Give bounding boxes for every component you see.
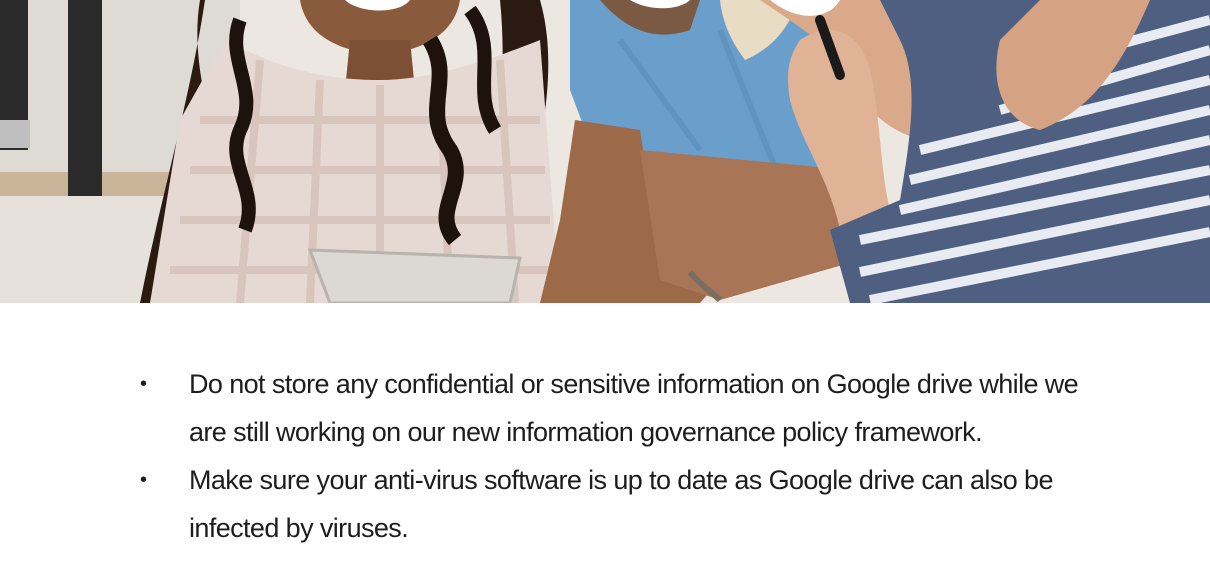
bullet-text: Do not store any confidential or sensiti… [189, 369, 1079, 447]
bullet-item: • Make sure your anti-virus software is … [0, 456, 1089, 552]
slide-page: • Do not store any confidential or sensi… [0, 0, 1210, 564]
bullet-symbol: • [140, 373, 147, 395]
bullet-symbol: • [140, 469, 147, 491]
bullet-item: • Do not store any confidential or sensi… [0, 360, 1089, 456]
bullet-list: • Do not store any confidential or sensi… [0, 360, 1210, 552]
bullet-text: Make sure your anti-virus software is up… [189, 465, 1053, 543]
hero-photo [0, 0, 1210, 303]
hero-photo-illustration [0, 0, 1210, 303]
